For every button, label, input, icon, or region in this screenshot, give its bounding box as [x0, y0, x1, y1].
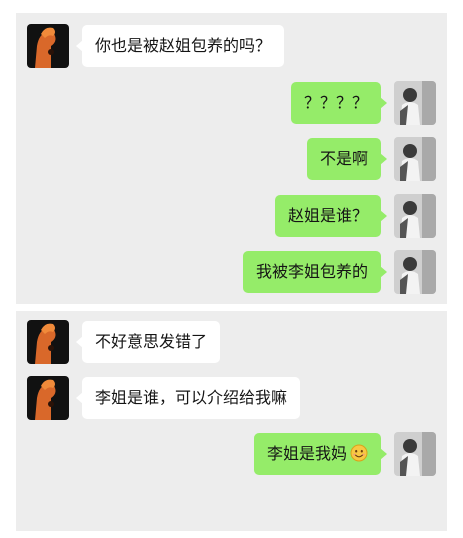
self-avatar[interactable] — [394, 137, 436, 181]
message-bubble[interactable]: 你也是被赵姐包养的吗？ — [75, 25, 285, 67]
orange-figure-avatar-icon — [27, 320, 69, 364]
self-avatar[interactable] — [394, 432, 436, 476]
message-bubble[interactable]: 李姐是我妈 — [253, 433, 388, 475]
self-avatar[interactable] — [394, 250, 436, 294]
message-row-outgoing: 我被李姐包养的 — [16, 250, 447, 294]
message-bubble[interactable]: 我被李姐包养的 — [242, 251, 388, 293]
message-row-incoming: 你也是被赵姐包养的吗？ — [16, 24, 447, 68]
message-row-outgoing: ？？？？ — [16, 81, 447, 125]
smiling-face-emoji-icon — [350, 444, 368, 462]
message-bubble[interactable]: 不是啊 — [306, 138, 388, 180]
contact-avatar[interactable] — [27, 320, 69, 364]
chat-panel-2: 不好意思发错了 李姐是谁，可以介绍给我嘛 李姐是我妈 — [16, 311, 447, 531]
message-row-outgoing: 不是啊 — [16, 137, 447, 181]
grayscale-person-avatar-icon — [394, 194, 436, 238]
grayscale-person-avatar-icon — [394, 250, 436, 294]
message-row-outgoing: 赵姐是谁？ — [16, 194, 447, 238]
message-row-incoming: 李姐是谁，可以介绍给我嘛 — [16, 376, 447, 420]
chat-panel-1: 你也是被赵姐包养的吗？ ？？？？ 不是啊 赵姐是谁？ 我被李姐包养的 — [16, 13, 447, 304]
message-row-outgoing: 李姐是我妈 — [16, 432, 447, 476]
grayscale-person-avatar-icon — [394, 137, 436, 181]
self-avatar[interactable] — [394, 81, 436, 125]
grayscale-person-avatar-icon — [394, 432, 436, 476]
message-text: 李姐是我妈 — [266, 444, 347, 463]
contact-avatar[interactable] — [27, 376, 69, 420]
grayscale-person-avatar-icon — [394, 81, 436, 125]
message-row-incoming: 不好意思发错了 — [16, 320, 447, 364]
contact-avatar[interactable] — [27, 24, 69, 68]
orange-figure-avatar-icon — [27, 24, 69, 68]
message-bubble[interactable]: 不好意思发错了 — [75, 321, 221, 363]
orange-figure-avatar-icon — [27, 376, 69, 420]
message-bubble[interactable]: ？？？？ — [290, 82, 388, 124]
message-bubble[interactable]: 赵姐是谁？ — [274, 195, 388, 237]
message-bubble[interactable]: 李姐是谁，可以介绍给我嘛 — [75, 377, 301, 419]
self-avatar[interactable] — [394, 194, 436, 238]
